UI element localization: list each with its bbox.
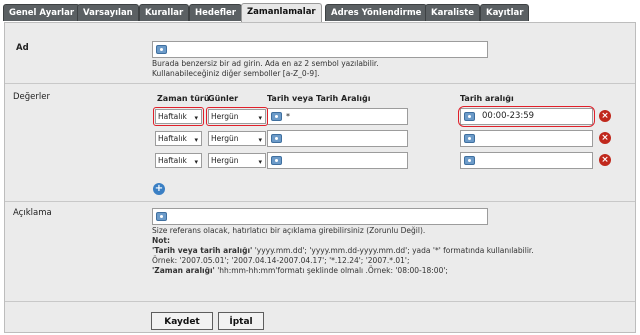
name-label: Ad [16,43,29,53]
note-date-format: 'Tarih veya tarih aralığı' 'yyyy.mm.dd';… [152,246,534,255]
chevron-down-icon: ▾ [194,136,198,144]
tab-adres-yonlendirme[interactable]: Adres Yönlendirme [325,4,428,21]
tag-icon [271,156,282,165]
tab-hedefler[interactable]: Hedefler [189,4,242,21]
highlight-box [206,107,268,126]
time-type-select[interactable]: Haftalık ▾ [155,153,202,168]
add-row-icon[interactable]: + [153,183,165,195]
days-select[interactable]: Hergün ▾ [208,131,266,146]
col-date: Tarih veya Tarih Aralığı [267,94,371,103]
tag-icon [464,134,475,143]
note-date-example: Örnek: '2007.05.01'; '2007.04.14-2007.04… [152,256,410,265]
delete-row-icon[interactable]: × [599,132,611,144]
tab-genel-ayarlar[interactable]: Genel Ayarlar [3,4,81,21]
divider [5,301,635,302]
time-range-input[interactable] [460,152,593,169]
col-time-type: Zaman türü [157,94,210,103]
tag-icon [156,45,167,54]
tag-icon [156,212,167,221]
name-hint-1: Burada benzersiz bir ad girin. Ada en az… [152,59,379,68]
name-hint-2: Kullanabileceğiniz diğer semboller [a-Z_… [152,69,320,78]
tag-icon [271,134,282,143]
highlight-box [153,107,204,126]
time-type-select[interactable]: Haftalık ▾ [155,131,202,146]
settings-panel: Ad Burada benzersiz bir ad girin. Ada en… [4,22,636,333]
tab-zamanlamalar[interactable]: Zamanlamalar [241,3,322,22]
tab-kurallar[interactable]: Kurallar [139,4,190,21]
tab-karaliste[interactable]: Karaliste [425,4,480,21]
description-hint: Size referans olacak, hatırlatıcı bir aç… [152,226,426,235]
cancel-button[interactable]: İptal [218,312,264,330]
delete-row-icon[interactable]: × [599,154,611,166]
tag-icon [271,112,282,121]
divider [5,201,635,202]
save-button[interactable]: Kaydet [151,312,213,330]
days-select[interactable]: Hergün ▾ [208,153,266,168]
values-label: Değerler [13,92,50,102]
note-time-format: 'Zaman aralığı' 'hh:mm-hh:mm'formatı şek… [152,266,448,275]
date-input[interactable] [267,152,408,169]
description-label: Açıklama [13,208,52,218]
tag-icon [464,156,475,165]
highlight-box [458,106,595,127]
time-range-input[interactable] [460,130,593,147]
tab-bar: Genel Ayarlar Varsayılan Kurallar Hedefl… [0,0,640,22]
chevron-down-icon: ▾ [194,158,198,166]
name-input[interactable] [152,41,488,58]
note-label: Not: [152,236,171,245]
divider [5,83,635,84]
description-input[interactable] [152,208,488,225]
col-time-range: Tarih aralığı [460,94,514,103]
chevron-down-icon: ▾ [258,136,262,144]
delete-row-icon[interactable]: × [599,110,611,122]
tab-varsayilan[interactable]: Varsayılan [77,4,139,21]
col-days: Günler [208,94,239,103]
date-input[interactable]: * [267,108,408,125]
tab-kayitlar[interactable]: Kayıtlar [480,4,530,21]
date-input[interactable] [267,130,408,147]
chevron-down-icon: ▾ [258,158,262,166]
